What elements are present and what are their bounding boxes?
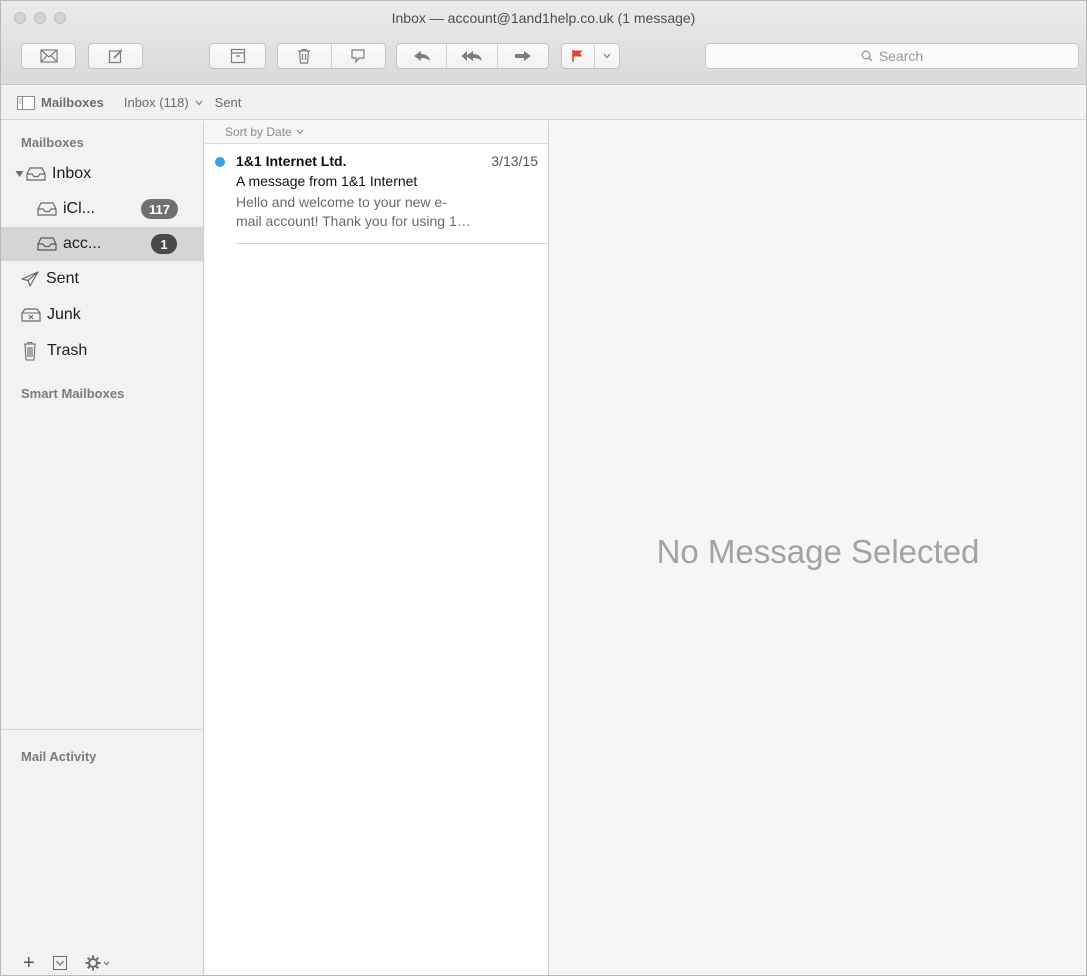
inbox-icon: [26, 167, 46, 181]
chevron-down-icon: [103, 961, 110, 966]
delete-junk-group: [277, 43, 386, 69]
favorite-sent[interactable]: Sent: [215, 95, 242, 110]
unread-count-badge: 117: [141, 199, 178, 219]
reply-button[interactable]: [397, 44, 448, 68]
sort-by-date-button[interactable]: Sort by Date: [205, 121, 548, 144]
titlebar: Inbox — account@1and1help.co.uk (1 messa…: [1, 1, 1086, 85]
mailboxes-header: Mailboxes: [21, 135, 84, 150]
sort-label: Sort by Date: [225, 125, 292, 139]
sidebar-item-inbox[interactable]: Inbox: [1, 157, 203, 191]
forward-icon: [514, 50, 532, 62]
reply-all-icon: [461, 50, 483, 62]
sidebar-item-label: Trash: [47, 342, 88, 359]
message-subject: A message from 1&1 Internet: [236, 173, 418, 189]
unread-indicator: [215, 157, 225, 167]
chevron-down-icon: [296, 129, 304, 135]
disclosure-triangle-icon[interactable]: [15, 170, 24, 178]
favorites-bar: Mailboxes Inbox (118) Sent: [1, 86, 1086, 120]
chevron-down-icon: [195, 100, 203, 106]
sidebar-item-label: Junk: [47, 306, 81, 323]
reply-group: [396, 43, 549, 69]
sidebar-item-junk[interactable]: Junk: [1, 298, 203, 332]
message-preview-line: Hello and welcome to your new e-: [236, 194, 447, 210]
sidebar-item-icloud[interactable]: iCl... 117: [1, 192, 203, 226]
message-sender: 1&1 Internet Ltd.: [236, 153, 347, 169]
sidebar-item-label: iCl...: [63, 200, 95, 217]
inbox-icon: [37, 237, 57, 251]
inbox-icon: [37, 202, 57, 216]
compose-icon: [108, 48, 124, 64]
archive-button[interactable]: [209, 43, 266, 69]
flag-button[interactable]: [562, 44, 595, 68]
flag-group: [561, 43, 620, 69]
search-field[interactable]: Search: [705, 43, 1079, 69]
message-row[interactable]: 1&1 Internet Ltd. 3/13/15 A message from…: [215, 144, 548, 244]
mail-activity-header: Mail Activity: [21, 749, 97, 764]
smart-mailboxes-header: Smart Mailboxes: [21, 386, 125, 401]
get-mail-button[interactable]: [21, 43, 76, 69]
sidebar-item-sent[interactable]: Sent: [1, 262, 203, 296]
paper-plane-icon: [21, 271, 39, 287]
sidebar-divider: [1, 729, 203, 730]
get-mail-icon: [39, 49, 58, 63]
reply-all-button[interactable]: [447, 44, 498, 68]
chevron-down-icon: [603, 53, 611, 59]
compose-button[interactable]: [88, 43, 143, 69]
action-menu-button[interactable]: [85, 955, 110, 971]
search-placeholder: Search: [878, 48, 924, 64]
message-list: Sort by Date 1&1 Internet Ltd. 3/13/15 A…: [205, 121, 549, 975]
activity-icon: [52, 956, 67, 970]
sidebar-item-trash[interactable]: Trash: [1, 334, 203, 368]
unread-count-badge: 1: [151, 234, 177, 254]
flag-icon: [572, 49, 584, 63]
sidebar-item-account[interactable]: acc... 1: [1, 227, 203, 261]
favorite-inbox[interactable]: Inbox (118): [124, 95, 203, 110]
search-icon: [861, 50, 873, 62]
favorite-inbox-label: Inbox (118): [123, 95, 189, 110]
flag-menu-button[interactable]: [595, 44, 619, 68]
sidebar-footer: +: [1, 951, 203, 975]
message-viewer: No Message Selected: [550, 121, 1086, 975]
sidebar-item-label: Sent: [46, 270, 79, 287]
reply-icon: [413, 50, 431, 62]
message-preview-line: mail account! Thank you for using 1…: [236, 213, 471, 229]
mailboxes-label: Mailboxes: [41, 95, 104, 110]
junk-bin-icon: [21, 308, 41, 322]
favorite-sent-label: Sent: [214, 95, 242, 110]
no-message-selected-label: No Message Selected: [656, 533, 980, 570]
gear-icon: [85, 955, 101, 971]
message-preview: Hello and welcome to your new e- mail ac…: [236, 193, 536, 231]
show-activity-button[interactable]: [52, 956, 67, 970]
add-mailbox-button[interactable]: +: [23, 952, 35, 975]
junk-icon: [350, 48, 366, 64]
forward-button[interactable]: [498, 44, 548, 68]
sidebar-toggle-icon: [17, 95, 35, 110]
trash-icon: [23, 341, 37, 361]
sidebar-item-label: Inbox: [52, 165, 92, 182]
message-date: 3/13/15: [491, 153, 538, 169]
mailboxes-toggle-button[interactable]: Mailboxes: [17, 95, 104, 110]
trash-icon: [297, 48, 311, 64]
sidebar-item-label: acc...: [63, 235, 102, 252]
mail-window: Inbox — account@1and1help.co.uk (1 messa…: [0, 0, 1087, 976]
archive-icon: [230, 48, 246, 64]
delete-button[interactable]: [278, 44, 332, 68]
window-title: Inbox — account@1and1help.co.uk (1 messa…: [391, 10, 696, 26]
sidebar: Mailboxes Inbox iCl... 117 acc... 1 Sent…: [1, 121, 204, 975]
junk-button[interactable]: [332, 44, 386, 68]
